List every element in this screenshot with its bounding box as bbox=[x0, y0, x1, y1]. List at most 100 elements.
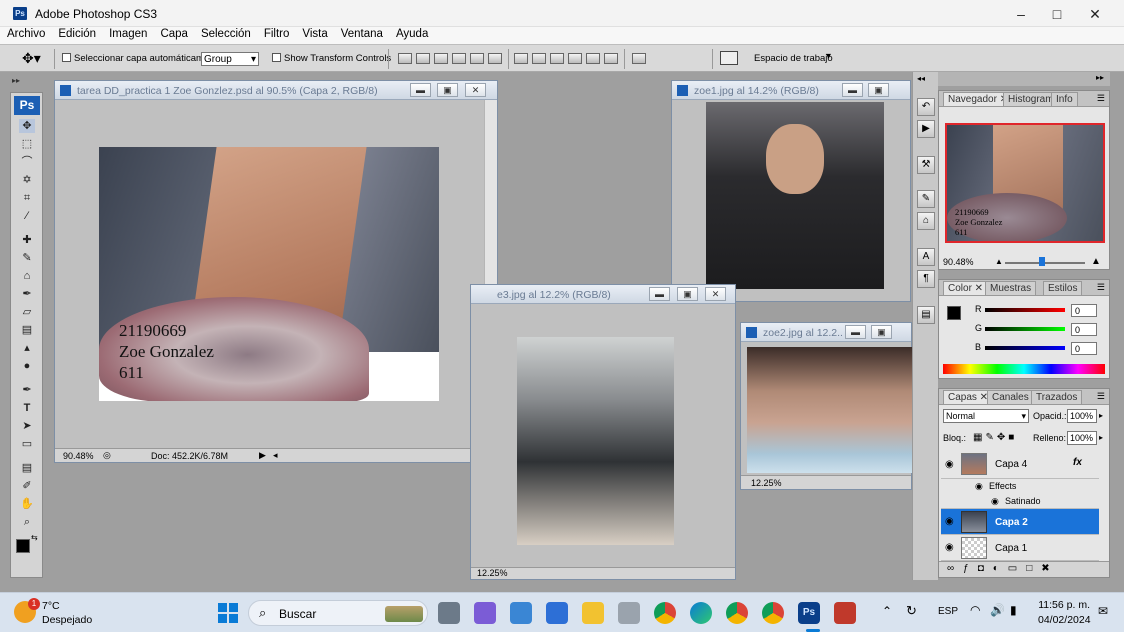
tab-capas[interactable]: Capas ✕ bbox=[943, 390, 994, 404]
link-layers-icon[interactable]: ∞ bbox=[947, 563, 963, 574]
doc-minimize-button[interactable]: ▬ bbox=[842, 83, 863, 97]
document-title-bar[interactable]: e3.jpg al 12.2% (RGB/8) ▬ ▣ ✕ bbox=[471, 285, 735, 304]
history-brush-icon[interactable]: ✒ bbox=[19, 287, 35, 301]
brushes-panel-icon[interactable]: ✎ bbox=[917, 190, 935, 208]
notes-tool-icon[interactable]: ▤ bbox=[19, 461, 35, 475]
document-window-main[interactable]: tarea DD_practica 1 Zoe Gonzlez.psd al 9… bbox=[54, 80, 498, 463]
status-arrow-icon[interactable]: ▶ bbox=[259, 450, 266, 461]
effects-fx-icon[interactable]: fx bbox=[1073, 457, 1082, 468]
workspace-icon[interactable] bbox=[720, 51, 738, 65]
tab-color[interactable]: Color ✕ bbox=[943, 281, 989, 295]
photoshop-taskbar-icon[interactable]: Ps bbox=[798, 602, 820, 624]
transform-checkbox[interactable] bbox=[272, 53, 281, 65]
auto-align-icon[interactable] bbox=[632, 53, 646, 64]
zoom-tool-icon[interactable]: ⌕ bbox=[19, 515, 35, 529]
edge-icon[interactable] bbox=[690, 602, 712, 624]
adjustment-layer-icon[interactable]: ◐ bbox=[993, 563, 1008, 574]
distribute-left-icon[interactable] bbox=[568, 53, 582, 64]
distribute-bottom-icon[interactable] bbox=[550, 53, 564, 64]
menu-imagen[interactable]: Imagen bbox=[102, 27, 153, 40]
eyedropper-icon[interactable]: ✐ bbox=[19, 479, 35, 493]
store-icon[interactable] bbox=[546, 602, 568, 624]
clock-date[interactable]: 04/02/2024 bbox=[1038, 614, 1091, 626]
layer-effect-satin-row[interactable]: ◉ Satinado bbox=[941, 494, 1099, 509]
show-hidden-icons[interactable]: ⌃ bbox=[882, 604, 892, 618]
shape-tool-icon[interactable]: ▭ bbox=[19, 437, 35, 451]
zoom-level[interactable]: 12.25% bbox=[751, 478, 782, 488]
distribute-vcenter-icon[interactable] bbox=[532, 53, 546, 64]
menu-vista[interactable]: Vista bbox=[295, 27, 333, 40]
tab-muestras[interactable]: Muestras bbox=[985, 281, 1037, 295]
actions-panel-icon[interactable]: ▶ bbox=[917, 120, 935, 138]
snipping-tool-icon[interactable] bbox=[834, 602, 856, 624]
menu-edicion[interactable]: Edición bbox=[51, 27, 102, 40]
opacity-field[interactable]: 100% bbox=[1067, 409, 1097, 423]
effects-visibility-icon[interactable]: ◉ bbox=[975, 481, 983, 492]
lasso-tool-icon[interactable]: ⌒ bbox=[19, 155, 35, 169]
menu-seleccion[interactable]: Selección bbox=[194, 27, 257, 40]
task-view-icon[interactable] bbox=[438, 602, 460, 624]
lock-icons[interactable]: ▦✎✥■ bbox=[973, 432, 1017, 443]
menu-ventana[interactable]: Ventana bbox=[334, 27, 389, 40]
history-panel-icon[interactable]: ↶ bbox=[917, 98, 935, 116]
zoom-level[interactable]: 90.48% bbox=[63, 451, 94, 461]
panel-menu-icon[interactable]: ☰ bbox=[1097, 93, 1105, 104]
doc-restore-button[interactable]: ▣ bbox=[871, 325, 892, 339]
doc-restore-button[interactable]: ▣ bbox=[868, 83, 889, 97]
zoom-out-icon[interactable]: ▲ bbox=[995, 257, 1003, 266]
taskbar-search-box[interactable]: ⌕ Buscar bbox=[248, 600, 428, 626]
distribute-top-icon[interactable] bbox=[514, 53, 528, 64]
channel-g-slider[interactable] bbox=[985, 327, 1065, 331]
scroll-left-icon[interactable]: ◂ bbox=[273, 450, 278, 461]
eraser-tool-icon[interactable]: ▱ bbox=[19, 305, 35, 319]
layer-mask-icon[interactable]: ◘ bbox=[978, 563, 993, 574]
layer-comps-icon[interactable]: ▤ bbox=[917, 306, 935, 324]
maximize-icon[interactable]: □ bbox=[1038, 4, 1076, 24]
slice-tool-icon[interactable]: ∕ bbox=[19, 209, 35, 223]
new-layer-icon[interactable]: □ bbox=[1026, 563, 1041, 574]
teams-icon[interactable] bbox=[474, 602, 496, 624]
fill-field[interactable]: 100% bbox=[1067, 431, 1097, 445]
layer-row[interactable]: ◉ Capa 1 bbox=[941, 535, 1099, 561]
paragraph-panel-icon[interactable]: ¶ bbox=[917, 270, 935, 288]
delete-layer-icon[interactable]: ✖ bbox=[1041, 563, 1058, 574]
align-left-icon[interactable] bbox=[452, 53, 466, 64]
marquee-tool-icon[interactable]: ⬚ bbox=[19, 137, 35, 151]
layer-effects-row[interactable]: ◉ Effects bbox=[941, 479, 1099, 494]
doc-minimize-button[interactable]: ▬ bbox=[845, 325, 866, 339]
chrome-profile-2-icon[interactable] bbox=[762, 602, 784, 624]
collapse-arrows-icon[interactable]: ◂◂ bbox=[917, 74, 925, 83]
document-window-zoe1[interactable]: zoe1.jpg al 14.2% (RGB/8) ▬ ▣ bbox=[671, 80, 911, 302]
menu-filtro[interactable]: Filtro bbox=[257, 27, 296, 40]
channel-g-value[interactable]: 0 bbox=[1071, 323, 1097, 336]
channel-b-value[interactable]: 0 bbox=[1071, 342, 1097, 355]
magic-wand-icon[interactable]: ✡ bbox=[19, 173, 35, 187]
crop-tool-icon[interactable]: ⌗ bbox=[19, 191, 35, 205]
zoom-in-icon[interactable]: ▲ bbox=[1091, 256, 1101, 267]
document-window-e3[interactable]: e3.jpg al 12.2% (RGB/8) ▬ ▣ ✕ 12.25% bbox=[470, 284, 736, 580]
document-title-bar[interactable]: tarea DD_practica 1 Zoe Gonzlez.psd al 9… bbox=[55, 81, 497, 100]
close-icon[interactable]: ✕ bbox=[1076, 4, 1114, 24]
volume-icon[interactable]: 🔊 bbox=[990, 603, 1005, 617]
weather-temp[interactable]: 7°C bbox=[42, 600, 60, 612]
character-panel-icon[interactable]: A bbox=[917, 248, 935, 266]
auto-select-checkbox[interactable] bbox=[62, 53, 71, 65]
visibility-eye-icon[interactable]: ◉ bbox=[945, 542, 954, 553]
weather-desc[interactable]: Despejado bbox=[42, 614, 92, 626]
file-explorer-icon[interactable] bbox=[582, 602, 604, 624]
chevron-right-icon[interactable]: ▸ bbox=[1099, 411, 1103, 420]
dodge-tool-icon[interactable]: ● bbox=[19, 359, 35, 373]
panel-menu-icon[interactable]: ☰ bbox=[1097, 282, 1105, 293]
chevron-down-icon[interactable]: ▾ bbox=[826, 51, 831, 62]
battery-icon[interactable]: ▮ bbox=[1010, 603, 1017, 617]
minimize-icon[interactable]: – bbox=[1002, 4, 1040, 24]
menu-archivo[interactable]: Archivo bbox=[0, 27, 51, 40]
channel-r-slider[interactable] bbox=[985, 308, 1065, 312]
effect-visibility-icon[interactable]: ◉ bbox=[991, 496, 999, 507]
chevron-right-icon[interactable]: ▸ bbox=[1099, 433, 1103, 442]
document-title-bar[interactable]: zoe2.jpg al 12.2... ▬ ▣ bbox=[741, 323, 911, 342]
start-windows-icon[interactable] bbox=[218, 603, 238, 623]
virtualbox-icon[interactable] bbox=[510, 602, 532, 624]
distribute-right-icon[interactable] bbox=[604, 53, 618, 64]
clone-source-icon[interactable]: ⌂ bbox=[917, 212, 935, 230]
